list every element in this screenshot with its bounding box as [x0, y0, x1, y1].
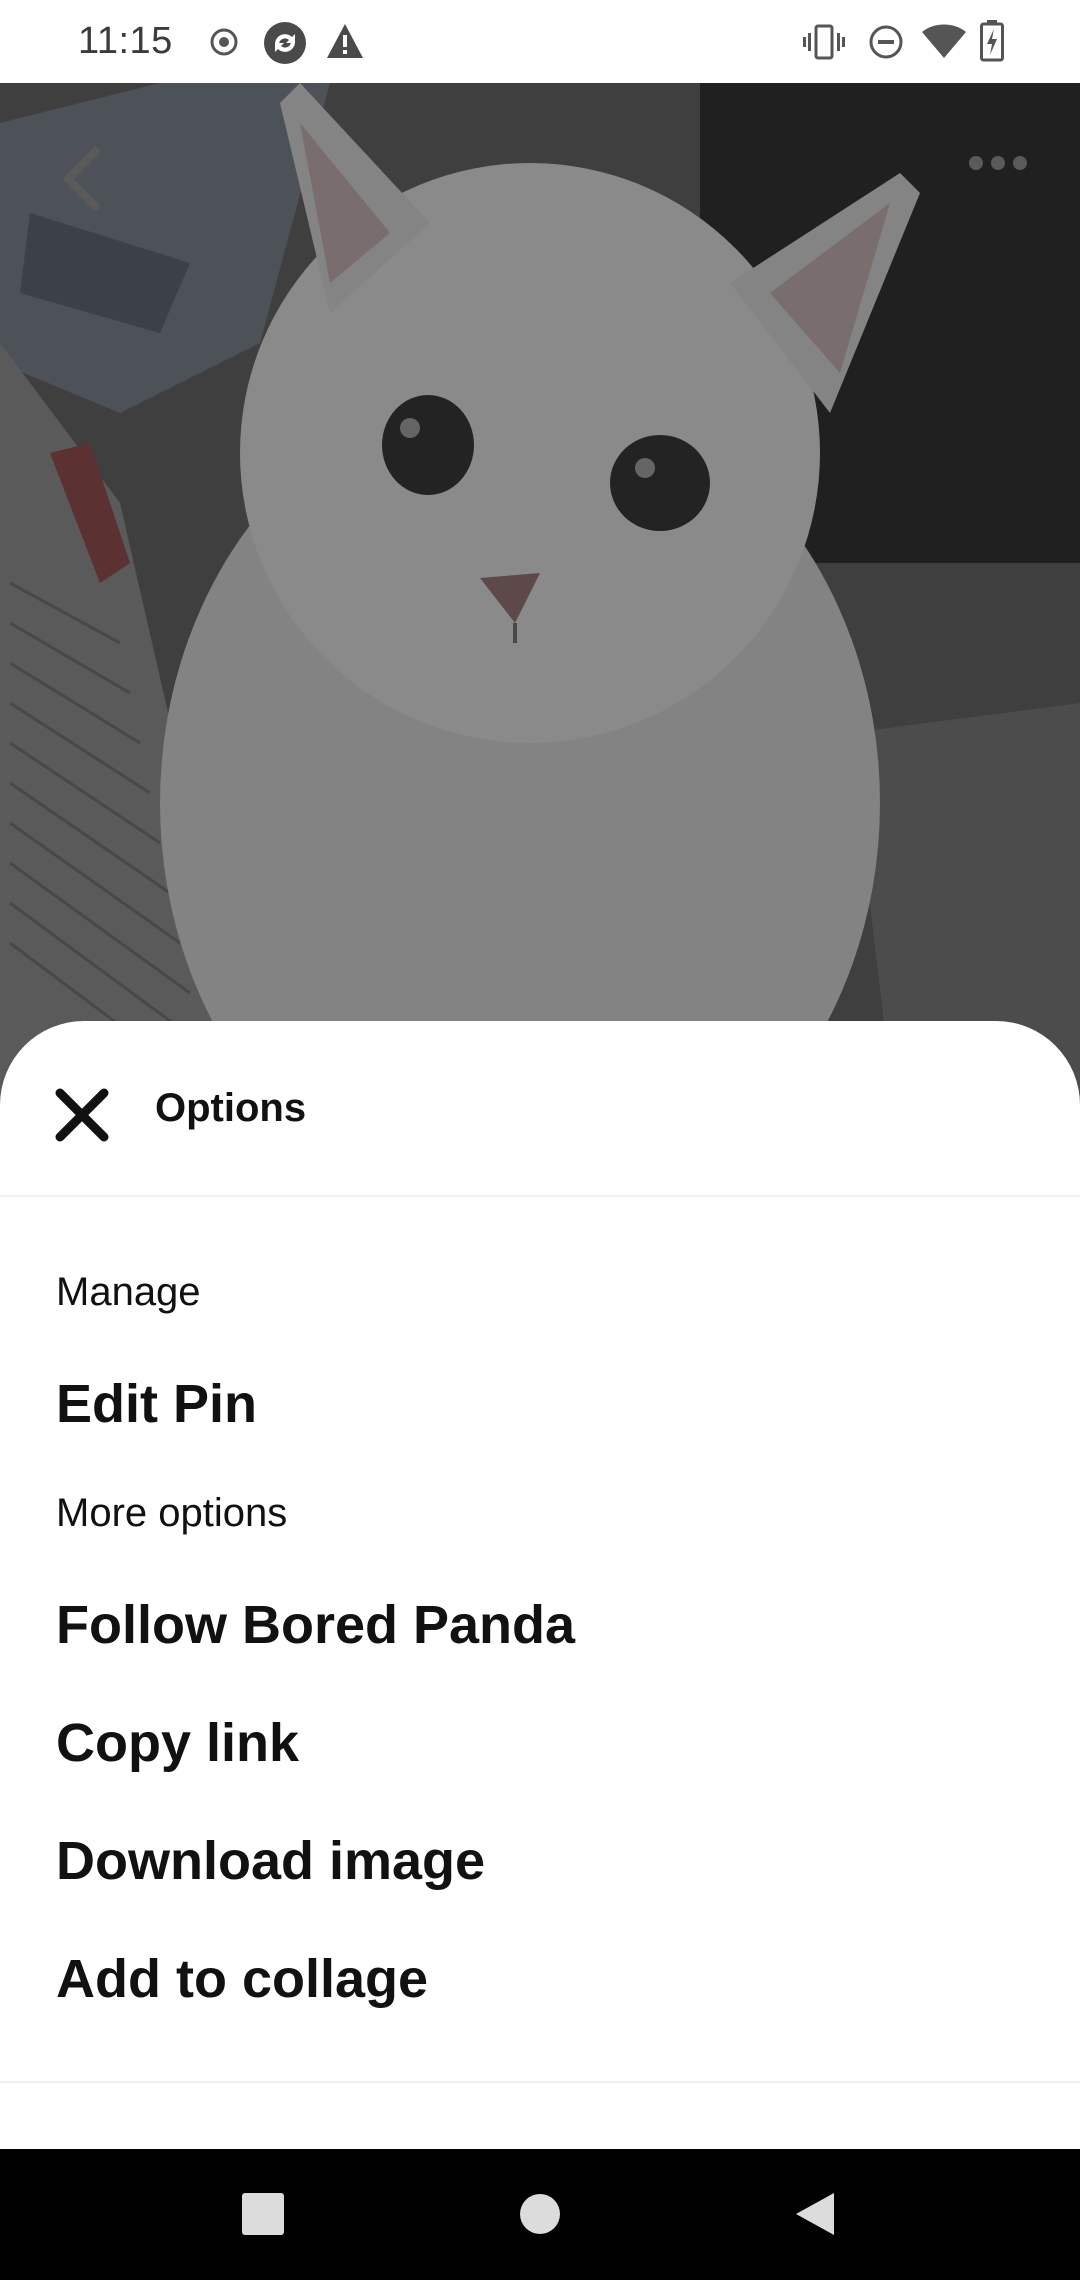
copy-link-button[interactable]: Copy link: [56, 1712, 299, 1774]
back-icon[interactable]: [794, 2191, 836, 2237]
add-to-collage-button[interactable]: Add to collage: [56, 1948, 428, 2010]
sync-icon: [264, 22, 306, 64]
warning-icon: [327, 24, 363, 58]
divider: [0, 1195, 1080, 1197]
back-arrow-icon[interactable]: [52, 143, 112, 213]
recents-icon[interactable]: [242, 2193, 284, 2235]
status-time: 11:15: [78, 20, 173, 62]
pin-image[interactable]: [0, 83, 1080, 1160]
edit-pin-button[interactable]: Edit Pin: [56, 1373, 257, 1435]
record-icon: [210, 28, 238, 56]
options-sheet: Options Manage Edit Pin More options Fol…: [0, 1021, 1080, 2149]
home-icon[interactable]: [519, 2193, 561, 2235]
divider: [0, 2081, 1080, 2083]
section-label-more-options: More options: [56, 1491, 288, 1535]
dim-overlay: [0, 83, 1080, 1160]
navigation-bar: [0, 2149, 1080, 2280]
battery-charging-icon: [980, 20, 1004, 62]
section-label-manage: Manage: [56, 1270, 201, 1314]
more-options-icon[interactable]: [968, 143, 1028, 183]
status-bar: 11:15: [0, 0, 1080, 83]
do-not-disturb-icon: [869, 25, 903, 59]
close-icon[interactable]: [50, 1083, 114, 1147]
download-image-button[interactable]: Download image: [56, 1830, 485, 1892]
sheet-title: Options: [155, 1086, 307, 1130]
wifi-icon: [922, 24, 966, 58]
follow-button[interactable]: Follow Bored Panda: [56, 1594, 575, 1656]
sheet-header: Options: [0, 1021, 1080, 1196]
vibrate-icon: [803, 24, 845, 60]
